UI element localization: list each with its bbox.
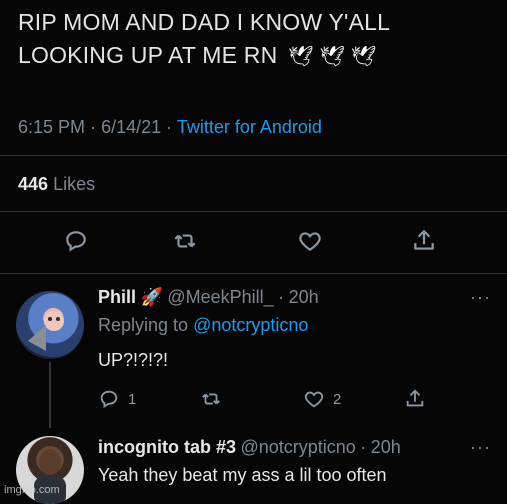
reply-icon <box>100 390 118 409</box>
like-button[interactable]: 2 <box>303 388 341 410</box>
reply-count: 1 <box>128 390 137 408</box>
tweet-meta: 6:15 PM · 6/14/21 · Twitter for Android <box>18 117 322 138</box>
share-icon <box>406 389 424 407</box>
reply-author-name[interactable]: incognito tab #3 <box>98 437 236 457</box>
avatar[interactable] <box>16 291 84 359</box>
tweet-source-link[interactable]: Twitter for Android <box>177 117 322 137</box>
like-button[interactable] <box>297 228 327 258</box>
reply-header: incognito tab #3 @notcrypticno · 20h <box>98 437 401 458</box>
reply-handle[interactable]: @MeekPhill_ <box>167 287 273 307</box>
tweet-time: 6:15 PM <box>18 117 86 137</box>
like-count: 2 <box>333 390 342 408</box>
reply-icon <box>66 231 86 252</box>
retweet-button[interactable] <box>200 388 222 410</box>
tweet-text: RIP MOM AND DAD I KNOW Y'ALL LOOKING UP … <box>18 6 498 74</box>
meta-sep: · <box>166 117 173 137</box>
likes-count-link[interactable]: 446 Likes <box>18 174 95 195</box>
rocket-emoji: 🚀 <box>140 287 163 307</box>
watermark: imgflip.com <box>4 484 60 496</box>
reply-text: Yeah they beat my ass a lil too often <box>98 465 387 485</box>
more-icon[interactable]: ··· <box>470 437 491 458</box>
retweet-icon <box>174 234 196 248</box>
heart-icon <box>304 391 324 408</box>
meta-sep: · <box>360 437 367 457</box>
thread-line <box>49 362 51 428</box>
divider <box>0 155 507 156</box>
reply-text: UP?!?!?! <box>98 350 169 370</box>
meta-sep: · <box>278 287 285 307</box>
meta-sep: · <box>90 117 97 137</box>
likes-label: Likes <box>53 174 96 194</box>
share-button[interactable] <box>404 388 426 410</box>
reply-button[interactable] <box>63 228 93 258</box>
reply-header: Phill 🚀 @MeekPhill_ · 20h <box>98 287 319 308</box>
dove-emoji: 🕊 🕊 🕊 <box>288 46 377 68</box>
replying-mention-link[interactable]: @notcrypticno <box>193 315 308 335</box>
divider <box>0 211 507 212</box>
divider <box>0 273 507 274</box>
share-icon <box>414 229 434 250</box>
tweet-action-bar <box>0 228 507 258</box>
reply-author-name[interactable]: Phill <box>98 287 136 307</box>
heart-icon <box>299 232 321 251</box>
retweet-button[interactable] <box>172 228 202 258</box>
share-button[interactable] <box>411 228 441 258</box>
reply-time[interactable]: 20h <box>371 437 401 457</box>
reply-handle[interactable]: @notcrypticno <box>240 437 355 457</box>
likes-count: 446 <box>18 174 49 194</box>
retweet-icon <box>202 393 220 405</box>
tweet-date: 6/14/21 <box>101 117 162 137</box>
more-icon[interactable]: ··· <box>470 287 491 308</box>
reply-time[interactable]: 20h <box>289 287 319 307</box>
replying-to: Replying to @notcrypticno <box>98 315 308 336</box>
replying-prefix: Replying to <box>98 315 189 335</box>
reply-button[interactable]: 1 <box>98 388 136 410</box>
